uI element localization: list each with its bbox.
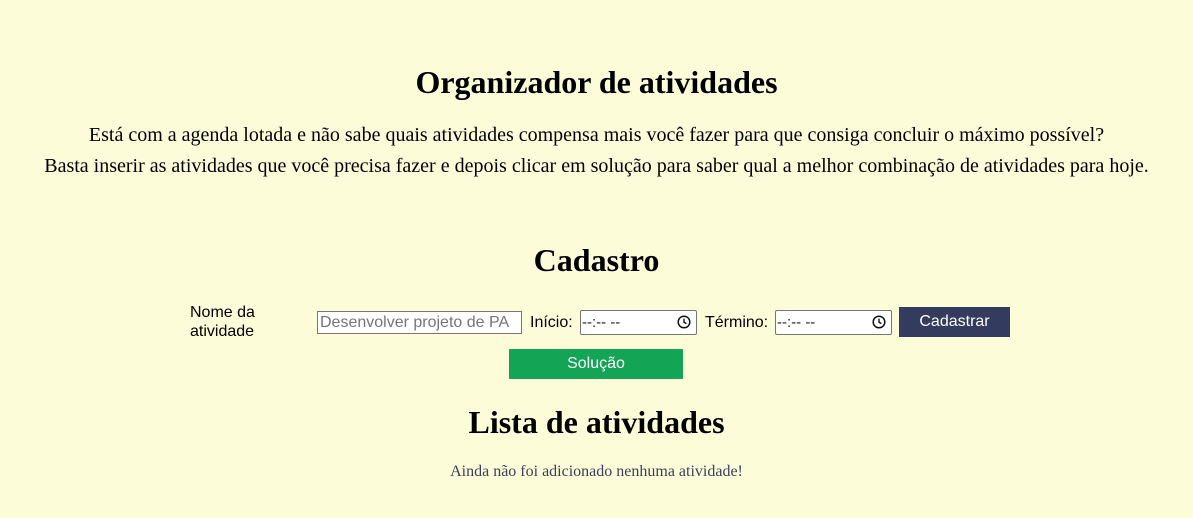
end-time-label: Término: <box>705 314 769 331</box>
solution-button[interactable]: Solução <box>509 349 683 379</box>
end-time-value: --:-- -- <box>777 314 816 331</box>
page-title: Organizador de atividades <box>415 64 778 100</box>
register-button[interactable]: Cadastrar <box>899 307 1010 337</box>
register-section-title: Cadastro <box>533 242 660 278</box>
intro-line-2: Basta inserir as atividades que você pre… <box>44 155 1149 177</box>
start-time-input[interactable]: --:-- -- <box>580 310 697 335</box>
empty-list-message: Ainda não foi adicionado nenhuma ativida… <box>450 463 743 480</box>
start-time-value: --:-- -- <box>582 314 621 331</box>
intro-text: Está com a agenda lotada e não sabe quai… <box>0 120 1193 182</box>
activity-name-label: Nome da atividade <box>190 304 255 340</box>
clock-icon[interactable] <box>677 315 691 329</box>
activity-list-title: Lista de atividades <box>468 404 725 440</box>
intro-line-1: Está com a agenda lotada e não sabe quai… <box>88 124 1105 146</box>
start-time-label: Início: <box>530 314 573 331</box>
activity-name-input[interactable] <box>317 311 522 334</box>
clock-icon[interactable] <box>872 315 886 329</box>
end-time-input[interactable]: --:-- -- <box>775 310 892 335</box>
